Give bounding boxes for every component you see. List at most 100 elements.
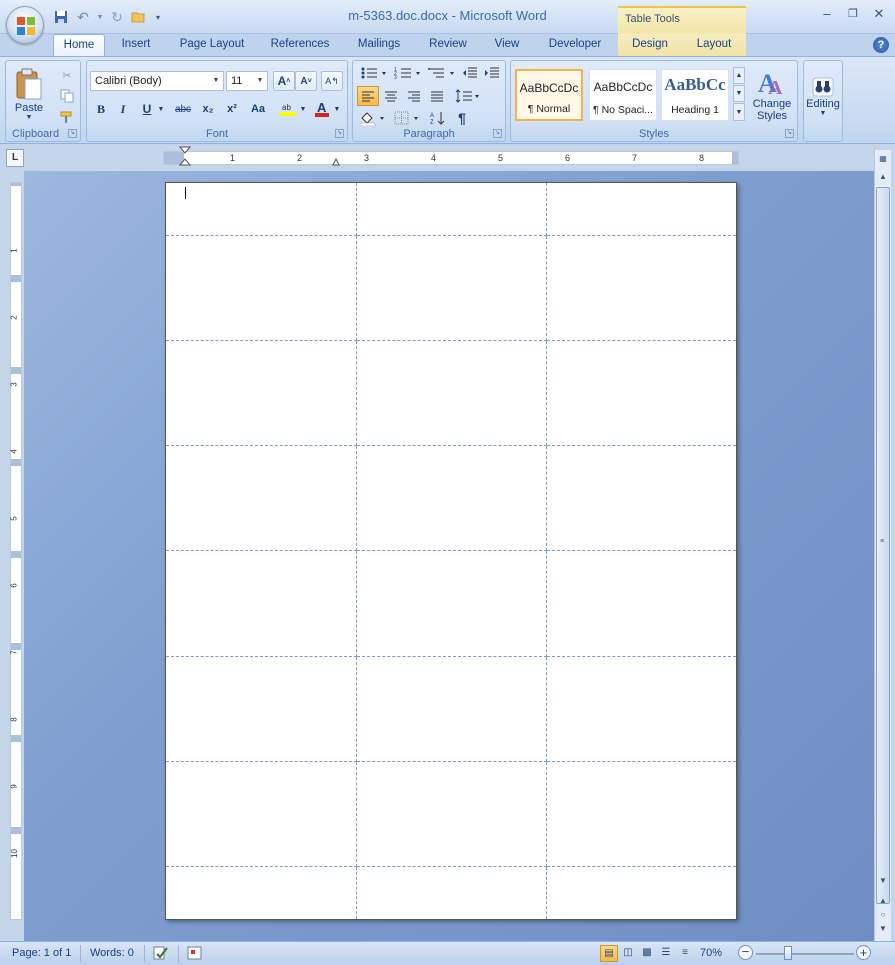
page-count-status[interactable]: Page: 1 of 1 bbox=[12, 947, 71, 959]
grow-font-icon[interactable]: A ˄ bbox=[273, 71, 295, 91]
style-normal[interactable]: AaBbCcDc ¶ Normal bbox=[515, 69, 583, 121]
label-cell[interactable] bbox=[166, 340, 357, 447]
label-cell[interactable] bbox=[545, 445, 736, 552]
font-size-dropdown-icon[interactable]: ▼ bbox=[255, 72, 265, 90]
underline-button[interactable]: U bbox=[136, 99, 158, 119]
label-cell[interactable] bbox=[355, 760, 547, 867]
label-cell[interactable] bbox=[545, 235, 736, 342]
superscript-button[interactable]: x² bbox=[221, 99, 243, 119]
label-cell[interactable] bbox=[166, 183, 357, 237]
styles-scroll-up-icon[interactable]: ▲ bbox=[733, 67, 745, 84]
zoom-slider[interactable] bbox=[756, 953, 854, 955]
label-cell[interactable] bbox=[166, 445, 357, 552]
align-right-button[interactable] bbox=[403, 86, 425, 106]
scroll-down-icon[interactable]: ▼ bbox=[876, 874, 890, 888]
row-marker[interactable] bbox=[11, 551, 21, 558]
label-cell[interactable] bbox=[545, 655, 736, 762]
column-marker-icon[interactable] bbox=[332, 154, 340, 166]
styles-more-icon[interactable]: ▼ bbox=[733, 103, 745, 121]
tab-references[interactable]: References bbox=[264, 34, 336, 56]
style-heading-1[interactable]: AaBbCc Heading 1 bbox=[661, 69, 729, 121]
styles-launcher-icon[interactable]: ↘ bbox=[785, 129, 794, 138]
label-cell[interactable] bbox=[355, 655, 547, 762]
borders-button[interactable] bbox=[391, 108, 423, 128]
horizontal-ruler[interactable]: 1 2 3 4 5 6 7 8 bbox=[163, 146, 739, 166]
bullets-button[interactable] bbox=[357, 63, 391, 83]
proofing-icon[interactable] bbox=[152, 945, 170, 964]
font-launcher-icon[interactable]: ↘ bbox=[335, 129, 344, 138]
label-cell[interactable] bbox=[545, 865, 736, 919]
browse-object-icon[interactable]: ○ bbox=[876, 908, 890, 922]
tab-page-layout[interactable]: Page Layout bbox=[172, 34, 252, 56]
row-marker[interactable] bbox=[11, 275, 21, 282]
zoom-out-icon[interactable]: − bbox=[738, 945, 753, 960]
vertical-scrollbar[interactable]: ▦ ▲ ≡ ▼ ▲ ○ ▼ bbox=[874, 150, 891, 941]
numbering-button[interactable]: 123 bbox=[391, 63, 425, 83]
font-color-dropdown-icon[interactable]: ▼ bbox=[333, 99, 341, 119]
web-layout-view-button[interactable]: ▩ bbox=[638, 945, 656, 962]
tab-insert[interactable]: Insert bbox=[112, 34, 160, 56]
word-count-status[interactable]: Words: 0 bbox=[90, 947, 134, 959]
clear-formatting-icon[interactable]: A↰ bbox=[321, 71, 343, 91]
multilevel-list-button[interactable] bbox=[425, 63, 459, 83]
change-styles-button[interactable]: A A Change Styles bbox=[749, 63, 795, 127]
styles-scroll-down-icon[interactable]: ▼ bbox=[733, 85, 745, 102]
row-marker[interactable] bbox=[11, 459, 21, 466]
font-color-icon[interactable]: A bbox=[311, 99, 333, 119]
tab-review[interactable]: Review bbox=[422, 34, 474, 56]
document-area[interactable] bbox=[24, 171, 874, 941]
label-cell[interactable] bbox=[166, 760, 357, 867]
paragraph-launcher-icon[interactable]: ↘ bbox=[493, 129, 502, 138]
tab-home[interactable]: Home bbox=[53, 34, 105, 57]
label-cell[interactable] bbox=[166, 235, 357, 342]
vertical-ruler[interactable]: 1 2 3 4 5 6 7 8 9 10 bbox=[10, 182, 22, 920]
label-cell[interactable] bbox=[355, 235, 547, 342]
tab-selector-button[interactable]: L bbox=[6, 149, 24, 167]
label-cell[interactable] bbox=[545, 760, 736, 867]
label-cell[interactable] bbox=[355, 445, 547, 552]
label-cell[interactable] bbox=[545, 550, 736, 657]
format-painter-icon[interactable] bbox=[56, 107, 78, 127]
label-cell[interactable] bbox=[545, 183, 736, 237]
restore-icon[interactable]: ❐ bbox=[845, 6, 861, 22]
close-icon[interactable]: ✕ bbox=[871, 6, 887, 22]
row-marker[interactable] bbox=[11, 643, 21, 650]
underline-dropdown-icon[interactable]: ▼ bbox=[157, 99, 165, 119]
style-no-spacing[interactable]: AaBbCcDc ¶ No Spaci... bbox=[589, 69, 657, 121]
zoom-level[interactable]: 70% bbox=[700, 947, 722, 959]
font-name-combo[interactable]: Calibri (Body) ▼ bbox=[90, 71, 224, 91]
tab-design[interactable]: Design bbox=[618, 34, 682, 56]
align-center-button[interactable] bbox=[380, 86, 402, 106]
label-cell[interactable] bbox=[166, 550, 357, 657]
show-formatting-marks-button[interactable]: ¶ bbox=[451, 108, 473, 128]
cut-icon[interactable]: ✂ bbox=[56, 65, 78, 85]
increase-indent-icon[interactable] bbox=[481, 63, 503, 83]
label-cell[interactable] bbox=[355, 183, 547, 237]
bold-button[interactable]: B bbox=[90, 99, 112, 119]
copy-icon[interactable] bbox=[56, 86, 78, 106]
office-button[interactable] bbox=[6, 6, 44, 44]
subscript-button[interactable]: x₂ bbox=[197, 99, 219, 119]
row-marker[interactable] bbox=[11, 367, 21, 374]
italic-button[interactable]: I bbox=[112, 99, 134, 119]
zoom-in-icon[interactable]: + bbox=[856, 945, 871, 960]
sort-icon[interactable]: AZ bbox=[427, 108, 449, 128]
row-marker[interactable] bbox=[11, 735, 21, 742]
outline-view-button[interactable]: ☰ bbox=[657, 945, 675, 962]
label-cell[interactable] bbox=[355, 550, 547, 657]
minimize-icon[interactable]: – bbox=[819, 6, 835, 22]
decrease-indent-icon[interactable] bbox=[459, 63, 481, 83]
split-view-icon[interactable]: ▦ bbox=[876, 152, 890, 166]
tab-view[interactable]: View bbox=[486, 34, 528, 56]
font-name-dropdown-icon[interactable]: ▼ bbox=[211, 72, 221, 90]
label-cell[interactable] bbox=[545, 340, 736, 447]
document-page[interactable] bbox=[165, 182, 737, 920]
justify-button[interactable] bbox=[426, 86, 448, 106]
print-layout-view-button[interactable]: ▤ bbox=[600, 945, 618, 962]
tab-layout[interactable]: Layout bbox=[682, 34, 746, 56]
label-cell[interactable] bbox=[166, 655, 357, 762]
align-left-button[interactable] bbox=[357, 86, 379, 106]
full-screen-reading-view-button[interactable]: ◫ bbox=[619, 945, 637, 962]
next-page-icon[interactable]: ▼ bbox=[876, 922, 890, 936]
help-icon[interactable]: ? bbox=[873, 37, 889, 53]
